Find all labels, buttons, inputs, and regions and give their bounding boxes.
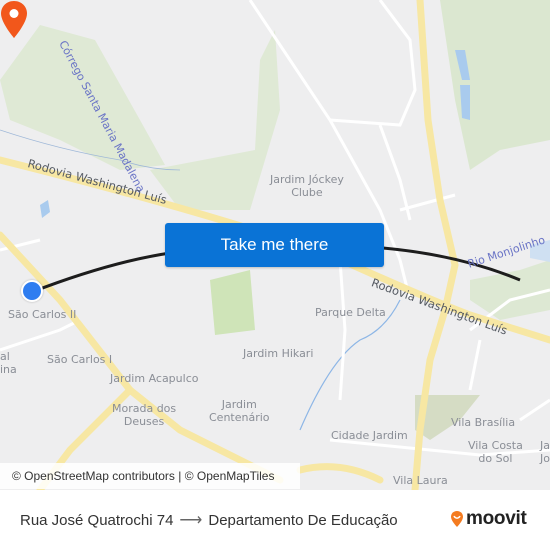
destination-pin-icon[interactable] <box>0 0 28 40</box>
moovit-wordmark: moovit <box>466 508 527 529</box>
stream <box>299 299 401 431</box>
park-area <box>470 260 550 320</box>
map[interactable]: Córrego Santa Maria Madalena Rodovia Was… <box>0 0 550 490</box>
forest-area <box>440 0 550 170</box>
park-area <box>150 30 280 210</box>
place-label: Jardim Hikari <box>243 347 314 360</box>
origin-marker[interactable] <box>21 280 43 302</box>
map-attribution[interactable]: © OpenStreetMap contributors | © OpenMap… <box>0 463 300 489</box>
place-label: Vila Costa do Sol <box>468 439 523 465</box>
moovit-pin-icon <box>451 511 463 527</box>
place-label: Ja Jo <box>540 439 550 465</box>
place-label: São Carlos II <box>8 308 77 321</box>
origin-name: Rua José Quatrochi 74 <box>20 511 174 529</box>
place-label: Morada dos Deuses <box>112 402 177 428</box>
arrow-right-icon: ⟶ <box>179 512 203 529</box>
place-label: São Carlos I <box>47 353 113 366</box>
place-label: Jardim Jóckey Clube <box>270 173 344 199</box>
place-label: Jardim Centenário <box>209 398 270 424</box>
place-label: Vila Laura <box>393 474 448 487</box>
place-label: Vila Brasília <box>451 416 516 429</box>
destination-name: Departamento De Educação <box>208 511 398 529</box>
place-label: Jardim Acapulco <box>110 372 199 385</box>
pond <box>40 200 50 218</box>
moovit-logo[interactable]: moovit <box>450 508 527 530</box>
place-label: al ina <box>0 350 17 376</box>
take-me-there-button[interactable]: Take me there <box>165 223 384 267</box>
place-label: Cidade Jardim <box>331 429 408 442</box>
park-area <box>210 270 255 335</box>
place-label: Parque Delta <box>315 306 386 319</box>
park-area <box>0 25 165 170</box>
